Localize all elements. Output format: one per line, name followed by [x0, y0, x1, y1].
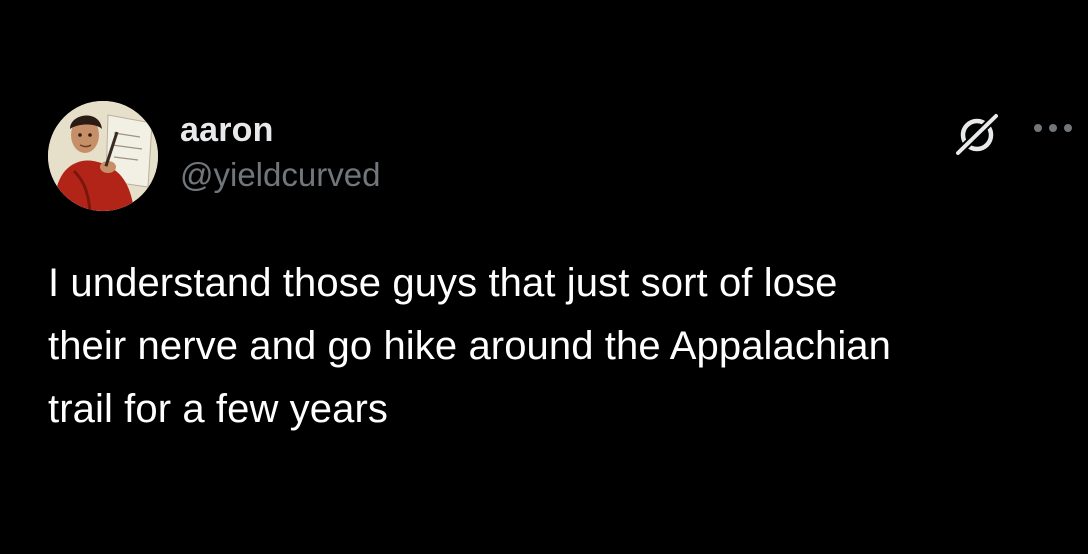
- grok-icon: [954, 113, 1000, 157]
- tweet-text: I understand those guys that just sort o…: [48, 261, 891, 431]
- author-handle[interactable]: @yieldcurved: [180, 155, 380, 195]
- tweet-card: aaron @yieldcurved I understand those gu…: [0, 0, 1088, 554]
- avatar-image: [48, 101, 158, 211]
- author-display-name[interactable]: aaron: [180, 110, 380, 150]
- grok-button[interactable]: [952, 113, 1002, 157]
- author-avatar[interactable]: [48, 101, 158, 211]
- more-options-button[interactable]: [1030, 113, 1076, 143]
- more-options-icon: [1034, 124, 1072, 132]
- author-info: aaron @yieldcurved: [180, 110, 380, 195]
